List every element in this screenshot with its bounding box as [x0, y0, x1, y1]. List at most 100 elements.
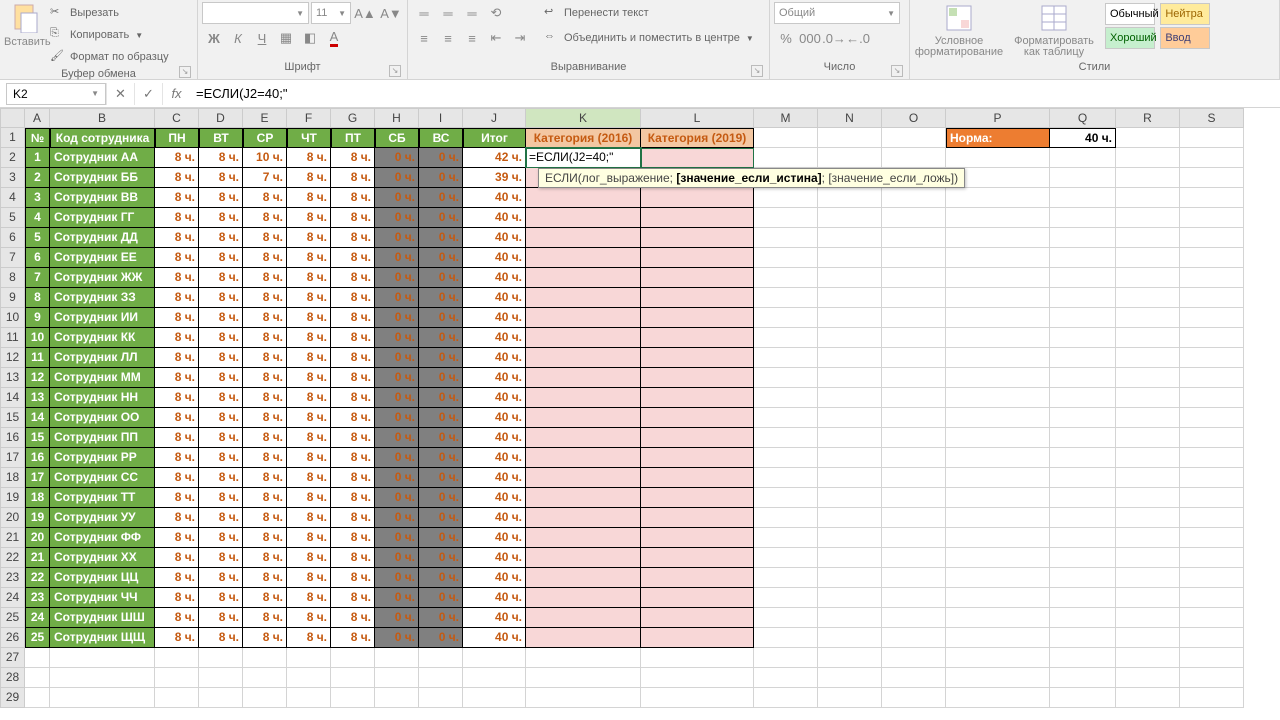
- cell-day[interactable]: 8 ч.: [199, 168, 243, 188]
- merge-center-button[interactable]: ⇔Объединить и поместить в центре▼: [542, 27, 756, 49]
- cell-day[interactable]: 8 ч.: [287, 288, 331, 308]
- cell-empnum[interactable]: 17: [25, 468, 50, 488]
- cell[interactable]: [754, 388, 818, 408]
- cell[interactable]: [526, 648, 641, 668]
- cell[interactable]: [1116, 548, 1180, 568]
- cell-day[interactable]: 8 ч.: [243, 628, 287, 648]
- cell-total[interactable]: 40 ч.: [463, 528, 526, 548]
- cell-category[interactable]: [641, 488, 754, 508]
- cell[interactable]: [1180, 668, 1244, 688]
- cell-weekend[interactable]: 0 ч.: [419, 368, 463, 388]
- cell[interactable]: [882, 688, 946, 708]
- cell[interactable]: [1116, 368, 1180, 388]
- cell-empname[interactable]: Сотрудник ВВ: [50, 188, 155, 208]
- cell-total[interactable]: 40 ч.: [463, 228, 526, 248]
- align-middle-button[interactable]: ═: [436, 2, 460, 24]
- cell[interactable]: [419, 668, 463, 688]
- cell[interactable]: [1180, 648, 1244, 668]
- cell-empnum[interactable]: 24: [25, 608, 50, 628]
- increase-indent-button[interactable]: ⇥: [508, 27, 532, 49]
- underline-button[interactable]: Ч: [250, 27, 274, 49]
- cell[interactable]: [1180, 368, 1244, 388]
- cell[interactable]: [946, 688, 1050, 708]
- cell[interactable]: [1116, 528, 1180, 548]
- cell-empname[interactable]: Сотрудник ББ: [50, 168, 155, 188]
- cell[interactable]: [754, 468, 818, 488]
- align-top-button[interactable]: ═: [412, 2, 436, 24]
- cell-weekend[interactable]: 0 ч.: [419, 388, 463, 408]
- cell-day[interactable]: 8 ч.: [287, 428, 331, 448]
- cell[interactable]: [882, 528, 946, 548]
- cell-day[interactable]: 8 ч.: [155, 328, 199, 348]
- cell[interactable]: [754, 488, 818, 508]
- cell-empname[interactable]: Сотрудник ЗЗ: [50, 288, 155, 308]
- cell-empname[interactable]: Сотрудник ДД: [50, 228, 155, 248]
- cell[interactable]: [818, 328, 882, 348]
- cell-day[interactable]: 8 ч.: [243, 508, 287, 528]
- cell-weekend[interactable]: 0 ч.: [375, 428, 419, 448]
- cell-category[interactable]: [641, 428, 754, 448]
- cell-empname[interactable]: Сотрудник ХХ: [50, 548, 155, 568]
- cell[interactable]: [1116, 328, 1180, 348]
- cell-day[interactable]: 8 ч.: [199, 388, 243, 408]
- cell-weekend[interactable]: 0 ч.: [419, 548, 463, 568]
- cell[interactable]: [1050, 368, 1116, 388]
- cell[interactable]: [818, 428, 882, 448]
- cell[interactable]: [1050, 528, 1116, 548]
- cell-empnum[interactable]: 11: [25, 348, 50, 368]
- cell[interactable]: [1180, 348, 1244, 368]
- cell-day[interactable]: 8 ч.: [331, 508, 375, 528]
- cell[interactable]: [754, 628, 818, 648]
- cell[interactable]: [1180, 408, 1244, 428]
- cell-empname[interactable]: Сотрудник ЦЦ: [50, 568, 155, 588]
- cell-empnum[interactable]: 7: [25, 268, 50, 288]
- cell[interactable]: [818, 388, 882, 408]
- cell[interactable]: [1116, 488, 1180, 508]
- cell[interactable]: [1180, 548, 1244, 568]
- cell-weekend[interactable]: 0 ч.: [375, 608, 419, 628]
- cell-day[interactable]: 8 ч.: [199, 328, 243, 348]
- cell[interactable]: [882, 648, 946, 668]
- cell[interactable]: [1180, 468, 1244, 488]
- cell-total[interactable]: 40 ч.: [463, 268, 526, 288]
- column-header-E[interactable]: E: [243, 108, 287, 128]
- cell[interactable]: [1050, 188, 1116, 208]
- cell-total[interactable]: 39 ч.: [463, 168, 526, 188]
- currency-button[interactable]: %: [774, 27, 798, 49]
- cell[interactable]: [1050, 448, 1116, 468]
- cell-category[interactable]: [526, 588, 641, 608]
- cell[interactable]: [287, 648, 331, 668]
- header-empcode[interactable]: Код сотрудника: [50, 128, 155, 148]
- row-header[interactable]: 29: [0, 688, 25, 708]
- cell-weekend[interactable]: 0 ч.: [375, 408, 419, 428]
- cell-day[interactable]: 8 ч.: [287, 628, 331, 648]
- cell-empname[interactable]: Сотрудник ЧЧ: [50, 588, 155, 608]
- column-header-P[interactable]: P: [946, 108, 1050, 128]
- cell-day[interactable]: 10 ч.: [243, 148, 287, 168]
- column-header-J[interactable]: J: [463, 108, 526, 128]
- cell-category[interactable]: [641, 548, 754, 568]
- cell-empnum[interactable]: 18: [25, 488, 50, 508]
- cell-day[interactable]: 8 ч.: [199, 368, 243, 388]
- cell[interactable]: [754, 448, 818, 468]
- cell-day[interactable]: 8 ч.: [199, 348, 243, 368]
- cell[interactable]: [882, 608, 946, 628]
- cell-day[interactable]: 7 ч.: [243, 168, 287, 188]
- cell-empnum[interactable]: 1: [25, 148, 50, 168]
- header-weekend[interactable]: ВС: [419, 128, 463, 148]
- cell-day[interactable]: 8 ч.: [331, 548, 375, 568]
- cell-weekend[interactable]: 0 ч.: [375, 388, 419, 408]
- cell-weekend[interactable]: 0 ч.: [419, 328, 463, 348]
- cell-empname[interactable]: Сотрудник ФФ: [50, 528, 155, 548]
- cell-day[interactable]: 8 ч.: [331, 168, 375, 188]
- cell-day[interactable]: 8 ч.: [287, 148, 331, 168]
- cell[interactable]: [1116, 628, 1180, 648]
- cell[interactable]: [882, 448, 946, 468]
- cell[interactable]: [1050, 288, 1116, 308]
- cell-total[interactable]: 42 ч.: [463, 148, 526, 168]
- cell[interactable]: [375, 648, 419, 668]
- cell[interactable]: [946, 548, 1050, 568]
- cell-day[interactable]: 8 ч.: [287, 268, 331, 288]
- cell[interactable]: [818, 468, 882, 488]
- font-name-select[interactable]: ▼: [202, 2, 309, 24]
